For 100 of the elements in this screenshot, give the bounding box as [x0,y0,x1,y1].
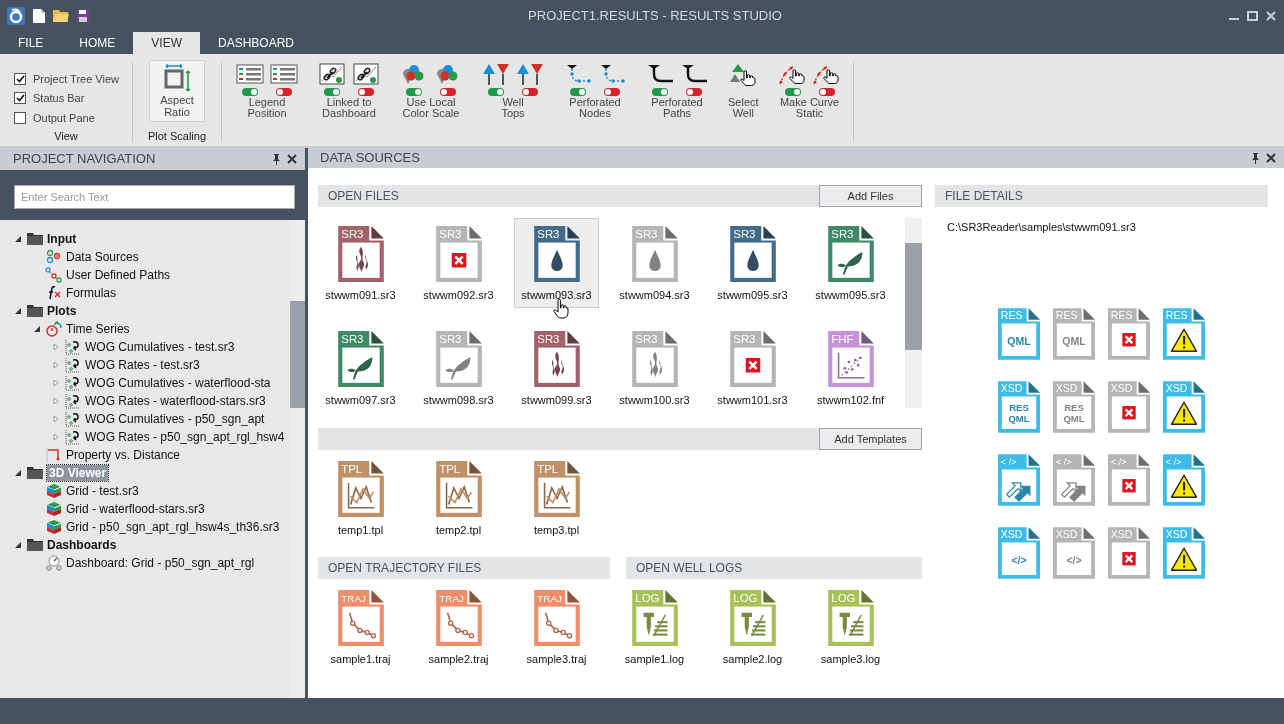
checkbox[interactable] [14,72,26,85]
file-item[interactable]: FHF stwwm102.fnf [808,323,893,413]
scatter-plot-icon [837,352,865,379]
file-item[interactable]: SR3 stwwm098.sr3 [416,323,501,413]
ribbon-tool-label[interactable]: Select Well [728,97,759,119]
pin-icon[interactable] [1251,152,1260,164]
file-item[interactable]: LOG sample2.log [710,582,795,672]
ribbon-tab[interactable]: DASHBOARD [200,32,313,54]
tree-item[interactable]: Grid - test.sr3 [66,483,139,499]
toggle-switch[interactable] [406,88,422,96]
tree-item[interactable]: WOG Cumulatives - p50_sgn_apt [85,411,265,427]
collapse-arrow-icon[interactable] [14,469,22,477]
toggle-switch[interactable] [488,88,504,96]
tree-item[interactable]: Dashboards [47,537,117,553]
checkbox[interactable] [14,111,26,124]
file-path: C:\SR3Reader\samples\stwwm091.sr3 [946,220,1137,235]
maximize-icon[interactable] [1247,11,1258,21]
tree-item[interactable]: WOG Cumulatives - waterflood-sta [85,375,271,391]
file-item[interactable]: TRAJ sample3.traj [514,582,599,672]
toggle-switch[interactable] [242,88,258,96]
ribbon-tool-label[interactable]: Perforated Nodes [569,97,621,119]
collapse-arrow-icon[interactable] [14,307,22,315]
tree-item[interactable]: Data Sources [66,249,139,265]
file-type-tag: SR3 [340,227,363,240]
file-item[interactable]: TRAJ sample1.traj [318,582,403,672]
tree-item[interactable]: Time Series [66,321,130,337]
file-item[interactable]: TPL temp1.tpl [318,453,403,543]
search-field[interactable]: Enter Search Text [14,185,295,209]
file-item[interactable]: SR3 stwwm095.sr3 [808,218,893,308]
collapse-arrow-icon[interactable] [33,325,41,333]
tree-item[interactable]: Input [47,231,77,247]
toggle-switch[interactable] [686,88,702,96]
ribbon-tab[interactable]: VIEW [133,32,200,54]
tree-item[interactable]: Property vs. Distance [66,447,181,463]
tree-item[interactable]: Grid - waterflood-stars.sr3 [66,501,205,517]
ribbon-tool-label[interactable]: Make Curve Static [779,97,840,119]
trajectory-icon [446,611,474,639]
add-button[interactable]: Add Files [819,185,922,207]
open-folder-icon[interactable] [52,9,70,23]
checkbox[interactable] [14,92,26,105]
file-item[interactable]: SR3 stwwm097.sr3 [318,323,403,413]
tree-item[interactable]: Dashboard: Grid - p50_sgn_apt_rgl [66,555,255,571]
tree-item[interactable]: WOG Cumulatives - test.sr3 [85,339,235,355]
close-icon[interactable] [1266,153,1276,163]
add-button[interactable]: Add Templates [819,428,922,450]
file-type-tag: SR3 [438,227,461,240]
pin-icon[interactable] [272,153,281,165]
collapse-arrow-icon[interactable] [14,541,22,549]
close-icon[interactable] [287,154,297,164]
drop-icon [746,249,759,272]
toggle-switch[interactable] [358,88,374,96]
scroll-thumb[interactable] [905,243,922,350]
ribbon-tool-label[interactable]: Use Local Color Scale [402,97,460,119]
file-item[interactable]: SR3 stwwm094.sr3 [612,218,697,308]
collapse-arrow-icon[interactable] [14,235,22,243]
scrollbar[interactable] [905,218,922,408]
tree-item[interactable]: WOG Rates - waterflood-stars.sr3 [85,393,266,409]
save-icon[interactable] [76,9,90,23]
toggle-switch[interactable] [784,88,801,96]
file-type-tag: RES [1000,308,1023,321]
file-item[interactable]: TRAJ sample2.traj [416,582,501,672]
file-item[interactable]: SR3 stwwm101.sr3 [710,323,795,413]
toggle-switch[interactable] [324,88,340,96]
file-item[interactable]: SR3 stwwm099.sr3 [514,323,599,413]
ribbon-tool-label[interactable]: Well Tops [501,97,525,119]
scroll-thumb[interactable] [290,301,305,408]
file-item[interactable]: SR3 stwwm095.sr3 [710,218,795,308]
file-item[interactable]: SR3 stwwm091.sr3 [318,218,403,308]
section-title: OPEN TRAJECTORY FILES [327,560,482,577]
scrollbar[interactable] [290,220,305,698]
tree-item[interactable]: Plots [47,303,77,319]
toggle-switch[interactable] [818,88,835,96]
tree-item[interactable]: Grid - p50_sgn_apt_rgl_hsw4s_th36.sr3 [66,519,280,535]
toggle-switch[interactable] [604,88,620,96]
toggle-switch[interactable] [276,88,292,96]
file-item[interactable]: TPL temp2.tpl [416,453,501,543]
file-item[interactable]: SR3 stwwm092.sr3 [416,218,501,308]
file-item[interactable]: SR3 stwwm100.sr3 [612,323,697,413]
plot-icon [64,393,82,409]
file-item[interactable]: LOG sample3.log [808,582,893,672]
tree-item[interactable]: Formulas [66,285,116,301]
ribbon-tab[interactable]: HOME [61,32,134,54]
toggle-switch[interactable] [652,88,668,96]
file-name: stwwm093.sr3 [521,288,592,303]
app-logo-icon[interactable] [6,6,26,26]
file-item[interactable]: LOG sample1.log [612,582,697,672]
toggle-switch[interactable] [570,88,586,96]
tree-item[interactable]: User Defined Paths [66,267,171,283]
toggle-switch[interactable] [440,88,456,96]
new-file-icon[interactable] [32,8,46,24]
hand-cursor-icon [553,299,569,319]
ribbon-tool-label[interactable]: Legend Position [247,97,287,119]
toggle-switch[interactable] [522,88,538,96]
ribbon-tool-label[interactable]: Linked to Dashboard [322,97,376,119]
aspect-ratio-button[interactable]: Aspect Ratio [149,60,205,122]
ribbon-tool-label[interactable]: Perforated Paths [651,97,703,119]
tree-item[interactable]: WOG Rates - test.sr3 [85,357,200,373]
file-item[interactable]: TPL temp3.tpl [514,453,599,543]
tree-item[interactable]: WOG Rates - p50_sgn_apt_rgl_hsw4 [85,429,285,445]
ribbon-tab[interactable]: FILE [0,32,62,54]
